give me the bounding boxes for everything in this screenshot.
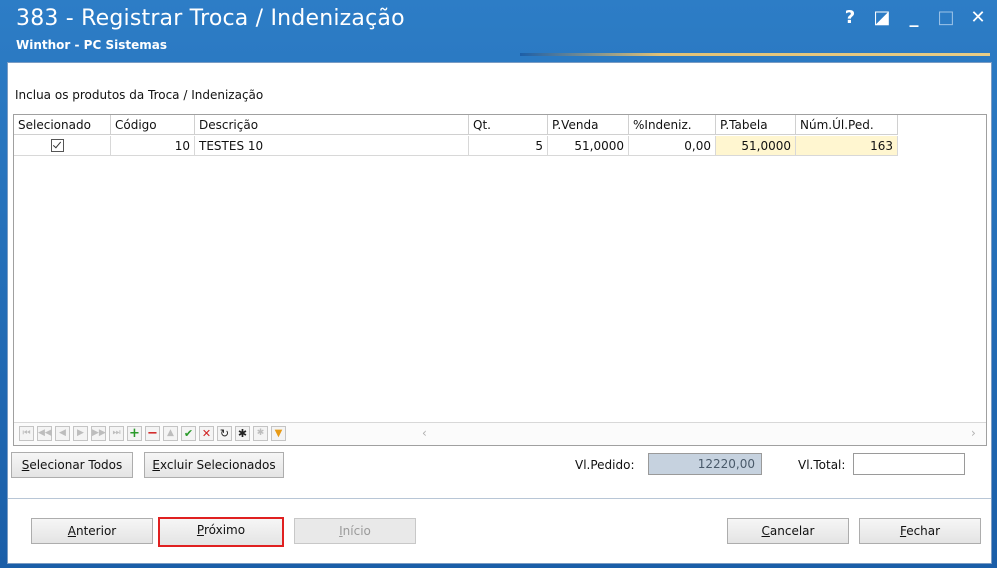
close-icon[interactable]: ✕ xyxy=(969,7,987,28)
filter-icon[interactable]: ▼ xyxy=(271,426,286,441)
p-tabela-cell[interactable]: 51,0000 xyxy=(716,136,796,156)
application-window: 383 - Registrar Troca / Indenização Wint… xyxy=(0,0,997,568)
column-header-p-tabela[interactable]: P.Tabela xyxy=(716,115,796,135)
clear-filter-icon[interactable]: ✱ xyxy=(253,426,268,441)
order-value-label: Vl.Pedido: xyxy=(575,458,635,472)
minimize-icon[interactable]: _ xyxy=(905,7,923,28)
next-button[interactable]: Próximo xyxy=(158,517,284,547)
selected-checkbox[interactable] xyxy=(51,139,64,152)
instruction-label: Inclua os produtos da Troca / Indenizaçã… xyxy=(15,88,264,102)
next-record-icon[interactable]: ▶ xyxy=(73,426,88,441)
column-header-codigo[interactable]: Código xyxy=(111,115,195,135)
title-bar[interactable]: 383 - Registrar Troca / Indenização Wint… xyxy=(0,0,997,60)
window-controls: ? ◪ _ □ ✕ xyxy=(841,7,987,28)
column-header-num-ul-ped[interactable]: Núm.Úl.Ped. xyxy=(796,115,898,135)
prior-record-icon[interactable]: ◀ xyxy=(55,426,70,441)
qt-cell[interactable]: 5 xyxy=(469,136,548,156)
scroll-left-icon[interactable]: ‹ xyxy=(422,426,427,440)
close-button[interactable]: Fechar xyxy=(859,518,981,544)
total-value-field[interactable] xyxy=(853,453,965,475)
column-header-qt[interactable]: Qt. xyxy=(469,115,548,135)
apply-filter-icon[interactable]: ✱ xyxy=(235,426,250,441)
title-accent-line xyxy=(520,53,990,56)
p-venda-cell[interactable]: 51,0000 xyxy=(548,136,629,156)
next-page-icon[interactable]: ▶▶ xyxy=(91,426,106,441)
help-icon[interactable]: ? xyxy=(841,7,859,28)
dialog-body: Inclua os produtos da Troca / Indenizaçã… xyxy=(7,62,992,564)
descricao-cell[interactable]: TESTES 10 xyxy=(195,136,469,156)
products-grid[interactable]: Selecionado Código Descrição Qt. P.Venda… xyxy=(13,114,987,446)
prior-page-icon[interactable]: ◀◀ xyxy=(37,426,52,441)
restore-icon[interactable]: ◪ xyxy=(873,7,891,28)
indeniz-cell[interactable]: 0,00 xyxy=(629,136,716,156)
total-value-label: Vl.Total: xyxy=(798,458,846,472)
maximize-icon[interactable]: □ xyxy=(937,7,955,28)
refresh-icon[interactable]: ↻ xyxy=(217,426,232,441)
column-header-p-venda[interactable]: P.Venda xyxy=(548,115,629,135)
selecionado-cell[interactable] xyxy=(14,136,111,156)
post-record-icon[interactable]: ✔ xyxy=(181,426,196,441)
window-title: 383 - Registrar Troca / Indenização xyxy=(16,6,405,31)
table-row[interactable]: 10 TESTES 10 5 51,0000 0,00 51,0000 163 xyxy=(14,136,986,156)
grid-header: Selecionado Código Descrição Qt. P.Venda… xyxy=(14,115,986,135)
order-value-field: 12220,00 xyxy=(648,453,762,475)
cancel-edit-icon[interactable]: ✕ xyxy=(199,426,214,441)
delete-record-icon[interactable]: − xyxy=(145,426,160,441)
column-header-selecionado[interactable]: Selecionado xyxy=(14,115,111,135)
num-ul-ped-cell[interactable]: 163 xyxy=(796,136,898,156)
insert-record-icon[interactable]: + xyxy=(127,426,142,441)
select-all-button[interactable]: Selecionar Todos xyxy=(11,452,133,478)
previous-button[interactable]: Anterior xyxy=(31,518,153,544)
codigo-cell[interactable]: 10 xyxy=(111,136,195,156)
first-record-icon[interactable]: ⏮ xyxy=(19,426,34,441)
start-button[interactable]: Início xyxy=(294,518,416,544)
delete-selected-button[interactable]: Excluir Selecionados xyxy=(144,452,284,478)
last-record-icon[interactable]: ⏭ xyxy=(109,426,124,441)
column-header-indeniz[interactable]: %Indeniz. xyxy=(629,115,716,135)
edit-record-icon[interactable]: ▲ xyxy=(163,426,178,441)
window-subtitle: Winthor - PC Sistemas xyxy=(16,38,167,52)
footer-separator xyxy=(8,498,991,499)
cancel-button[interactable]: Cancelar xyxy=(727,518,849,544)
grid-navigator: ⏮ ◀◀ ◀ ▶ ▶▶ ⏭ + − ▲ ✔ ✕ ↻ ✱ ✱ ▼ ‹ › xyxy=(14,422,986,445)
scroll-right-icon[interactable]: › xyxy=(971,426,976,440)
column-header-descricao[interactable]: Descrição xyxy=(195,115,469,135)
